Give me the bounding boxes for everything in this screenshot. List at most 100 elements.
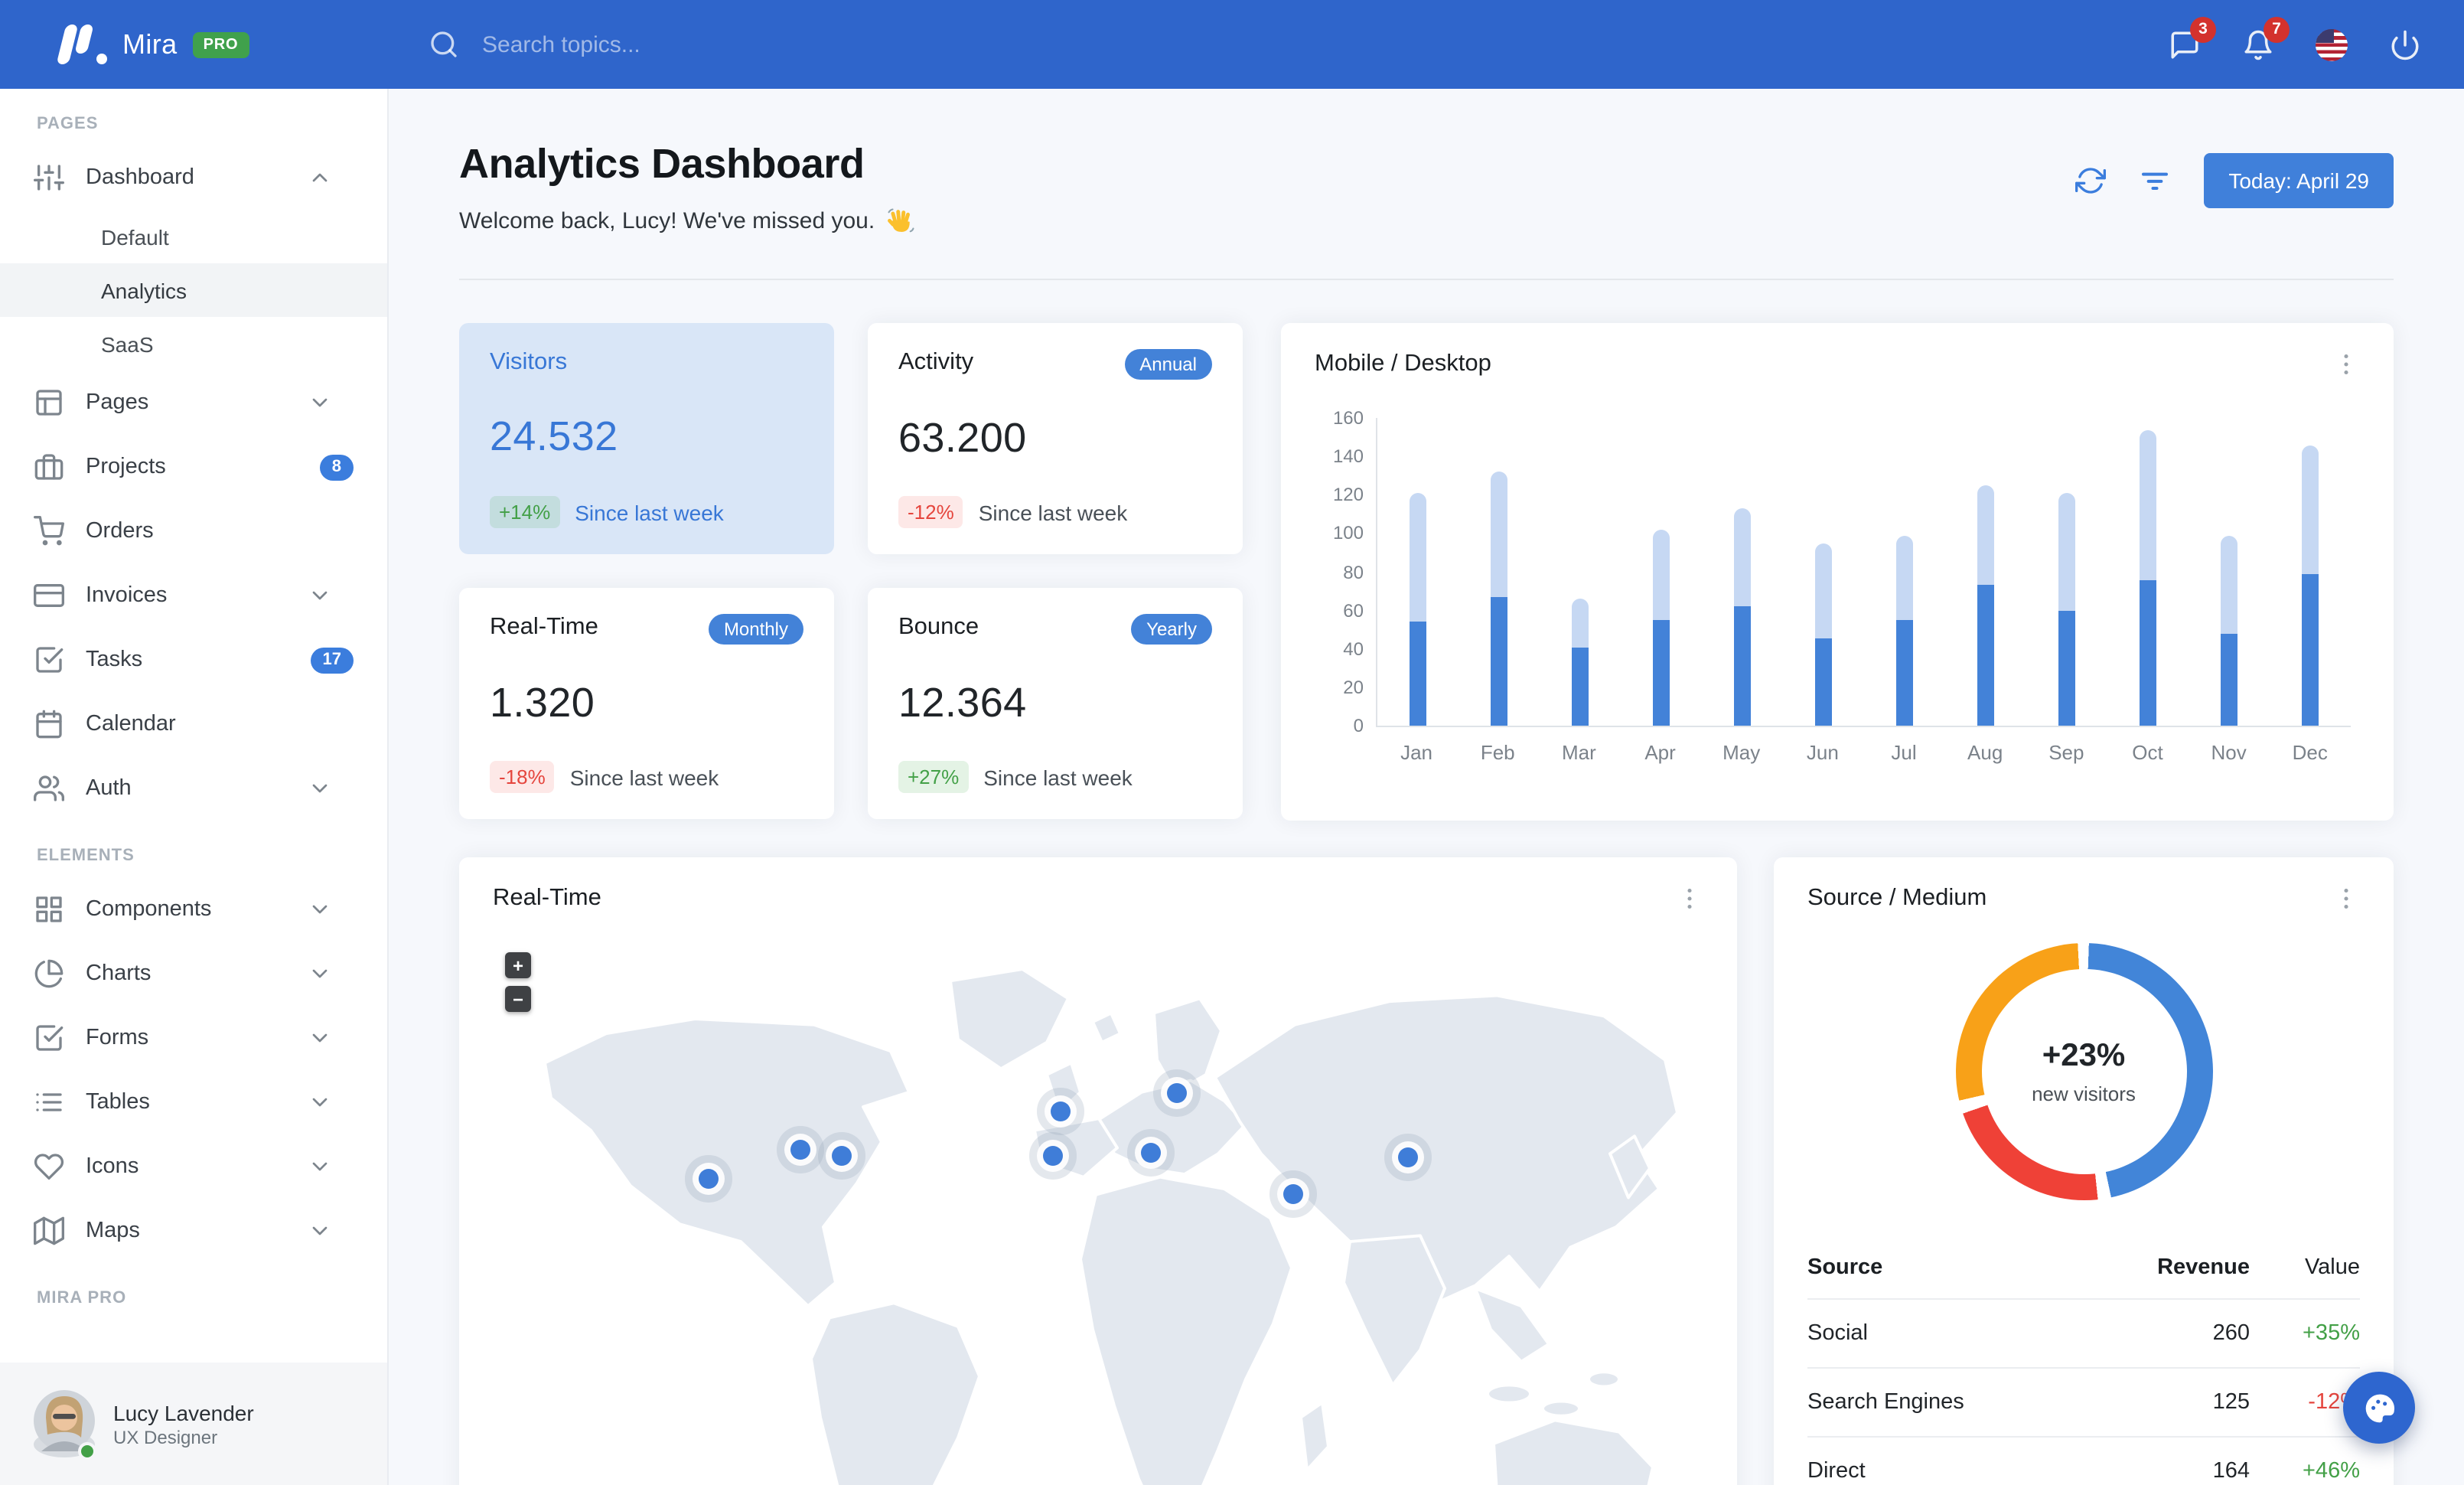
- sidebar-item-projects[interactable]: Projects 8: [0, 435, 387, 499]
- chevron-down-icon: [312, 591, 328, 600]
- table-header-row: Source Revenue Value: [1807, 1237, 2360, 1298]
- map-marker[interactable]: [1051, 1102, 1071, 1122]
- map-marker[interactable]: [1398, 1147, 1419, 1168]
- bar-jan[interactable]: [1377, 418, 1459, 726]
- theme-settings-fab[interactable]: [2343, 1372, 2415, 1444]
- bar-mar[interactable]: [1540, 418, 1621, 726]
- sidebar-item-auth[interactable]: Auth: [0, 756, 387, 821]
- kebab-menu-icon[interactable]: [2332, 351, 2360, 378]
- zoom-out-button[interactable]: −: [505, 986, 531, 1012]
- map-marker[interactable]: [831, 1146, 852, 1167]
- value-cell: +46%: [2303, 1459, 2360, 1483]
- bar-sep[interactable]: [2026, 418, 2107, 726]
- sidebar-item-maps[interactable]: Maps: [0, 1199, 387, 1263]
- messages-button[interactable]: 3: [2169, 16, 2216, 60]
- sidebar-badge: 17: [310, 647, 354, 673]
- map-marker[interactable]: [790, 1139, 811, 1160]
- bar-oct[interactable]: [2107, 418, 2189, 726]
- sidebar-item-pages[interactable]: Pages: [0, 370, 387, 435]
- stat-period-badge[interactable]: Yearly: [1131, 614, 1212, 645]
- date-button[interactable]: Today: April 29: [2204, 153, 2394, 208]
- sidebar-item-label: Charts: [86, 961, 152, 986]
- bar-apr[interactable]: [1621, 418, 1702, 726]
- x-axis-label: May: [1723, 741, 1761, 764]
- y-axis-tick: 0: [1353, 715, 1364, 736]
- sidebar-user[interactable]: Lucy Lavender UX Designer: [0, 1363, 387, 1485]
- navbar-actions: 3 7: [2169, 16, 2464, 60]
- bar-jul[interactable]: [1864, 418, 1945, 726]
- sidebar-item-icons[interactable]: Icons: [0, 1134, 387, 1199]
- sidebar-item-tasks[interactable]: Tasks 17: [0, 628, 387, 692]
- sidebar-item-components[interactable]: Components: [0, 877, 387, 942]
- kebab-menu-icon[interactable]: [1676, 885, 1703, 912]
- stat-title: Real-Time: [490, 614, 598, 640]
- chevron-down-icon: [308, 1219, 354, 1243]
- main-content: Analytics Dashboard Welcome back, Lucy! …: [389, 89, 2464, 1485]
- sidebar-item-tables[interactable]: Tables: [0, 1070, 387, 1134]
- bar-dec[interactable]: [2270, 418, 2351, 726]
- stat-value: 1.320: [490, 679, 595, 725]
- filter-icon[interactable]: [2140, 165, 2170, 196]
- bar-feb[interactable]: [1459, 418, 1540, 726]
- sidebar: PAGES Dashboard Default Analytics SaaS Page…: [0, 89, 389, 1485]
- chevron-up-icon: [312, 173, 328, 182]
- sidebar-subitem-saas[interactable]: SaaS: [0, 317, 387, 370]
- search-input[interactable]: [479, 30, 999, 59]
- chevron-down-icon: [312, 1226, 328, 1235]
- x-axis-label: Jun: [1806, 741, 1839, 764]
- x-axis-label: Feb: [1480, 741, 1515, 764]
- y-axis-tick: 160: [1332, 407, 1364, 429]
- sidebar-item-dashboard[interactable]: Dashboard: [0, 145, 387, 210]
- notifications-button[interactable]: 7: [2242, 16, 2290, 60]
- bar-aug[interactable]: [1945, 418, 2026, 726]
- map-marker[interactable]: [1167, 1082, 1188, 1103]
- zoom-in-button[interactable]: +: [505, 952, 531, 978]
- stat-note: Since last week: [575, 500, 724, 524]
- table-row[interactable]: Search Engines 125 -12%: [1807, 1367, 2360, 1436]
- map-marker[interactable]: [1283, 1183, 1304, 1204]
- map-marker[interactable]: [699, 1168, 719, 1189]
- sidebar-item-label: Calendar: [86, 712, 176, 736]
- map-marker[interactable]: [1042, 1146, 1063, 1167]
- map-zoom-controls: + −: [505, 952, 531, 1012]
- sidebar-item-orders[interactable]: Orders: [0, 499, 387, 563]
- column-header: Value: [2304, 1255, 2360, 1280]
- language-flag-icon[interactable]: [2316, 28, 2348, 60]
- stat-note: Since last week: [983, 765, 1133, 789]
- sidebar-subitem-analytics[interactable]: Analytics: [0, 263, 387, 317]
- map-icon: [34, 1216, 64, 1245]
- brand[interactable]: Mira PRO: [0, 24, 389, 64]
- stat-value: 12.364: [898, 679, 1027, 725]
- sidebar-item-forms[interactable]: Forms: [0, 1006, 387, 1070]
- brand-name: Mira: [122, 28, 178, 59]
- sidebar-item-label: Tables: [86, 1090, 150, 1115]
- chevron-down-icon: [308, 897, 354, 922]
- stat-card-visitors: Visitors 24.532 +14% Since last week: [459, 323, 834, 554]
- map-marker[interactable]: [1140, 1142, 1161, 1163]
- chevron-down-icon: [308, 961, 354, 986]
- bar-may[interactable]: [1702, 418, 1783, 726]
- sidebar-item-label: Dashboard: [86, 165, 194, 190]
- sidebar-item-calendar[interactable]: Calendar: [0, 692, 387, 756]
- table-row[interactable]: Direct 164 +46%: [1807, 1436, 2360, 1485]
- sidebar-item-invoices[interactable]: Invoices: [0, 563, 387, 628]
- y-axis-tick: 80: [1343, 561, 1364, 583]
- realtime-map-card: Real-Time + −: [459, 857, 1737, 1485]
- credit-card-icon: [34, 584, 64, 607]
- navbar-search: [429, 29, 2169, 60]
- x-axis-label: Nov: [2211, 741, 2247, 764]
- world-map-graphic: [543, 968, 1679, 1485]
- stat-note: Since last week: [569, 765, 719, 789]
- power-button[interactable]: [2389, 28, 2421, 60]
- stat-period-badge[interactable]: Monthly: [708, 614, 803, 645]
- bar-jun[interactable]: [1783, 418, 1864, 726]
- bar-nov[interactable]: [2189, 418, 2270, 726]
- sidebar-item-charts[interactable]: Charts: [0, 942, 387, 1006]
- sidebar-subitem-default[interactable]: Default: [0, 210, 387, 263]
- kebab-menu-icon[interactable]: [2332, 885, 2360, 912]
- world-map[interactable]: + −: [499, 937, 1697, 1485]
- table-row[interactable]: Social 260 +35%: [1807, 1298, 2360, 1367]
- revenue-cell: 260: [2212, 1321, 2250, 1346]
- refresh-icon[interactable]: [2075, 165, 2107, 196]
- stat-period-badge[interactable]: Annual: [1124, 349, 1212, 380]
